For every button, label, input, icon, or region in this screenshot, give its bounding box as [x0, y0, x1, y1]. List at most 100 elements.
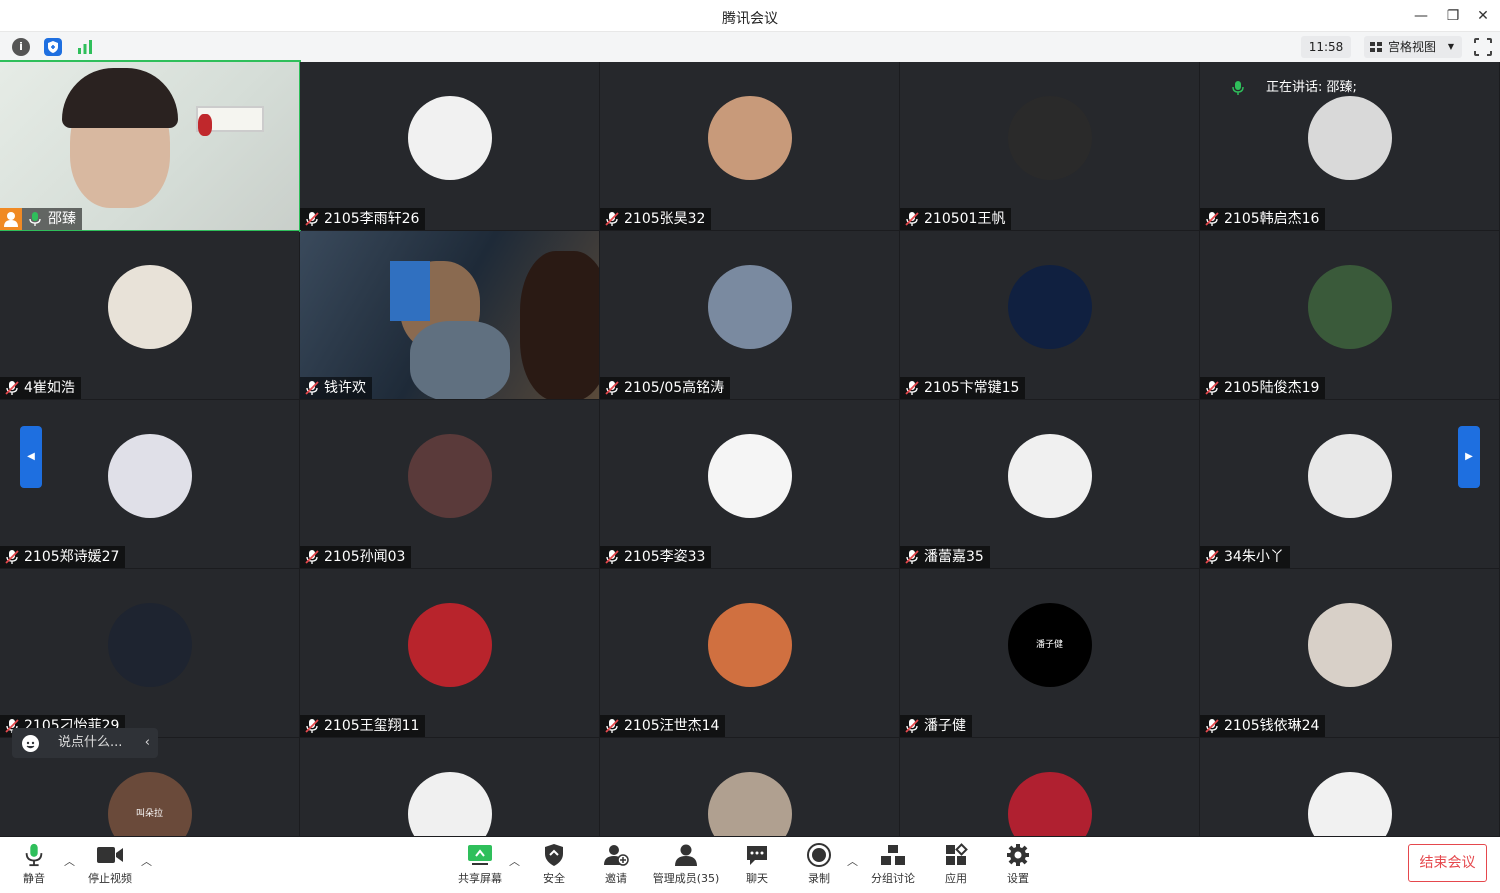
settings-label: 设置 [1007, 872, 1029, 885]
mic-muted-icon [905, 550, 919, 564]
participant-tile[interactable]: 2105/05高铭涛 [600, 231, 899, 399]
chevron-left-icon[interactable]: ‹ [145, 728, 150, 758]
participant-tile[interactable]: 2105陆俊杰19 [1200, 231, 1499, 399]
chat-input[interactable]: 说点什么... ‹ [12, 728, 158, 758]
apps-icon [946, 843, 968, 865]
host-icon [0, 208, 22, 230]
participant-tile[interactable]: 潘子健 潘子健 [900, 569, 1199, 737]
participant-tile[interactable]: 2105张昊32 [600, 62, 899, 230]
participant-avatar [1307, 434, 1392, 518]
signal-bars-icon[interactable] [76, 38, 94, 56]
participant-name-bar: 210501王帆 [900, 208, 1012, 230]
mic-muted-icon [5, 550, 19, 564]
participant-tile[interactable]: 邵臻 [0, 60, 301, 232]
mute-button[interactable]: 静音 [10, 837, 58, 893]
bottom-control-bar: 静音 ︿ 停止视频 ︿ 共享屏幕 ︿ 安全 邀请 管理成员(35) 聊天 录制 … [0, 837, 1500, 893]
shield-icon[interactable] [44, 38, 62, 56]
share-options-caret-icon[interactable]: ︿ [509, 853, 520, 869]
participant-avatar [407, 772, 492, 836]
record-button[interactable]: 录制 [799, 837, 839, 893]
participant-tile[interactable] [300, 738, 599, 836]
participant-tile[interactable]: 2105郑诗媛27 [0, 400, 299, 568]
apps-button[interactable]: 应用 [936, 837, 976, 893]
participant-avatar [1007, 96, 1092, 180]
breakout-button[interactable]: 分组讨论 [868, 837, 918, 893]
mic-active-icon [29, 212, 41, 226]
participant-tile[interactable]: 4崔如浩 [0, 231, 299, 399]
participant-tile[interactable]: 钱许欢 [300, 231, 599, 399]
view-mode-label: 宫格视图 [1388, 40, 1437, 54]
participant-tile[interactable]: 2105钱依琳24 [1200, 569, 1499, 737]
participant-avatar [407, 603, 492, 687]
audio-options-caret-icon[interactable]: ︿ [64, 853, 75, 869]
mic-muted-icon [605, 381, 619, 395]
participant-name: 2105钱依琳24 [1224, 718, 1320, 734]
mic-muted-icon [305, 550, 319, 564]
restore-icon[interactable]: ❐ [1442, 6, 1464, 26]
participant-avatar [107, 265, 192, 349]
apps-label: 应用 [945, 872, 967, 885]
view-mode-dropdown[interactable]: 宫格视图 ▼ [1364, 36, 1462, 58]
participant-avatar [1307, 96, 1392, 180]
participant-tile[interactable]: 34朱小丫 [1200, 400, 1499, 568]
invite-button[interactable]: 邀请 [596, 837, 636, 893]
next-page-button[interactable]: ▶ [1458, 426, 1480, 488]
participant-tile[interactable]: 210501王帆 [900, 62, 1199, 230]
participant-tile[interactable]: 2105孙闻03 [300, 400, 599, 568]
chat-placeholder: 说点什么... [58, 735, 123, 750]
security-button[interactable]: 安全 [534, 837, 574, 893]
close-icon[interactable]: ✕ [1472, 6, 1494, 26]
participant-name-bar: 2105郑诗媛27 [0, 546, 126, 568]
participant-name-bar: 2105韩启杰16 [1200, 208, 1326, 230]
participant-tile[interactable]: 潘蕾嘉35 [900, 400, 1199, 568]
settings-button[interactable]: 设置 [998, 837, 1038, 893]
fullscreen-icon[interactable] [1473, 37, 1493, 57]
chat-label: 聊天 [746, 872, 768, 885]
mic-muted-icon [5, 381, 19, 395]
participant-tile[interactable]: 2105汪世杰14 [600, 569, 899, 737]
info-icon[interactable]: i [12, 38, 30, 56]
participant-tile[interactable]: 2105王玺翔11 [300, 569, 599, 737]
end-meeting-button[interactable]: 结束会议 [1408, 844, 1487, 882]
participant-tile[interactable]: 2105刁怡菲29 [0, 569, 299, 737]
participant-tile[interactable] [1200, 738, 1499, 836]
chat-button[interactable]: 聊天 [737, 837, 777, 893]
window-title: 腾讯会议 [722, 11, 778, 27]
participant-tile[interactable]: 2105李姿33 [600, 400, 899, 568]
chat-bubble-icon [747, 846, 767, 865]
video-camera-icon [97, 847, 123, 863]
microphone-icon [25, 843, 43, 867]
share-screen-button[interactable]: 共享屏幕 [452, 837, 508, 893]
chevron-down-icon: ▼ [1447, 42, 1454, 51]
minimize-icon[interactable]: — [1410, 6, 1432, 26]
security-label: 安全 [543, 872, 565, 885]
mic-muted-icon [905, 719, 919, 733]
participant-name: 2105/05高铭涛 [624, 380, 725, 396]
mic-muted-icon [305, 212, 319, 226]
participant-avatar [107, 434, 192, 518]
participant-name: 2105王玺翔11 [324, 718, 420, 734]
participant-avatar [407, 96, 492, 180]
participant-tile[interactable]: 2105李雨轩26 [300, 62, 599, 230]
participant-tile[interactable]: 2105卞常键15 [900, 231, 1199, 399]
video-options-caret-icon[interactable]: ︿ [141, 853, 152, 869]
participant-name-bar: 2105汪世杰14 [600, 715, 726, 737]
participant-name: 2105李雨轩26 [324, 211, 420, 227]
participant-name: 钱许欢 [324, 380, 366, 396]
participant-avatar [107, 603, 192, 687]
stop-video-button[interactable]: 停止视频 [84, 837, 136, 893]
participant-name-bar: 邵臻 [0, 208, 82, 230]
participant-tile[interactable] [600, 738, 899, 836]
mic-muted-icon [305, 381, 319, 395]
participant-tile[interactable] [900, 738, 1199, 836]
participant-name-bar: 2105/05高铭涛 [600, 377, 731, 399]
participant-avatar [707, 434, 792, 518]
manage-members-button[interactable]: 管理成员(35) [650, 837, 722, 893]
grid-view-icon [1370, 42, 1382, 52]
members-icon [675, 844, 697, 866]
title-bar: 腾讯会议 — ❐ ✕ [0, 0, 1500, 32]
prev-page-button[interactable]: ◀ [20, 426, 42, 488]
emoji-icon[interactable] [22, 735, 39, 752]
participant-avatar: 叫朵拉 [107, 772, 192, 836]
record-options-caret-icon[interactable]: ︿ [847, 853, 858, 869]
